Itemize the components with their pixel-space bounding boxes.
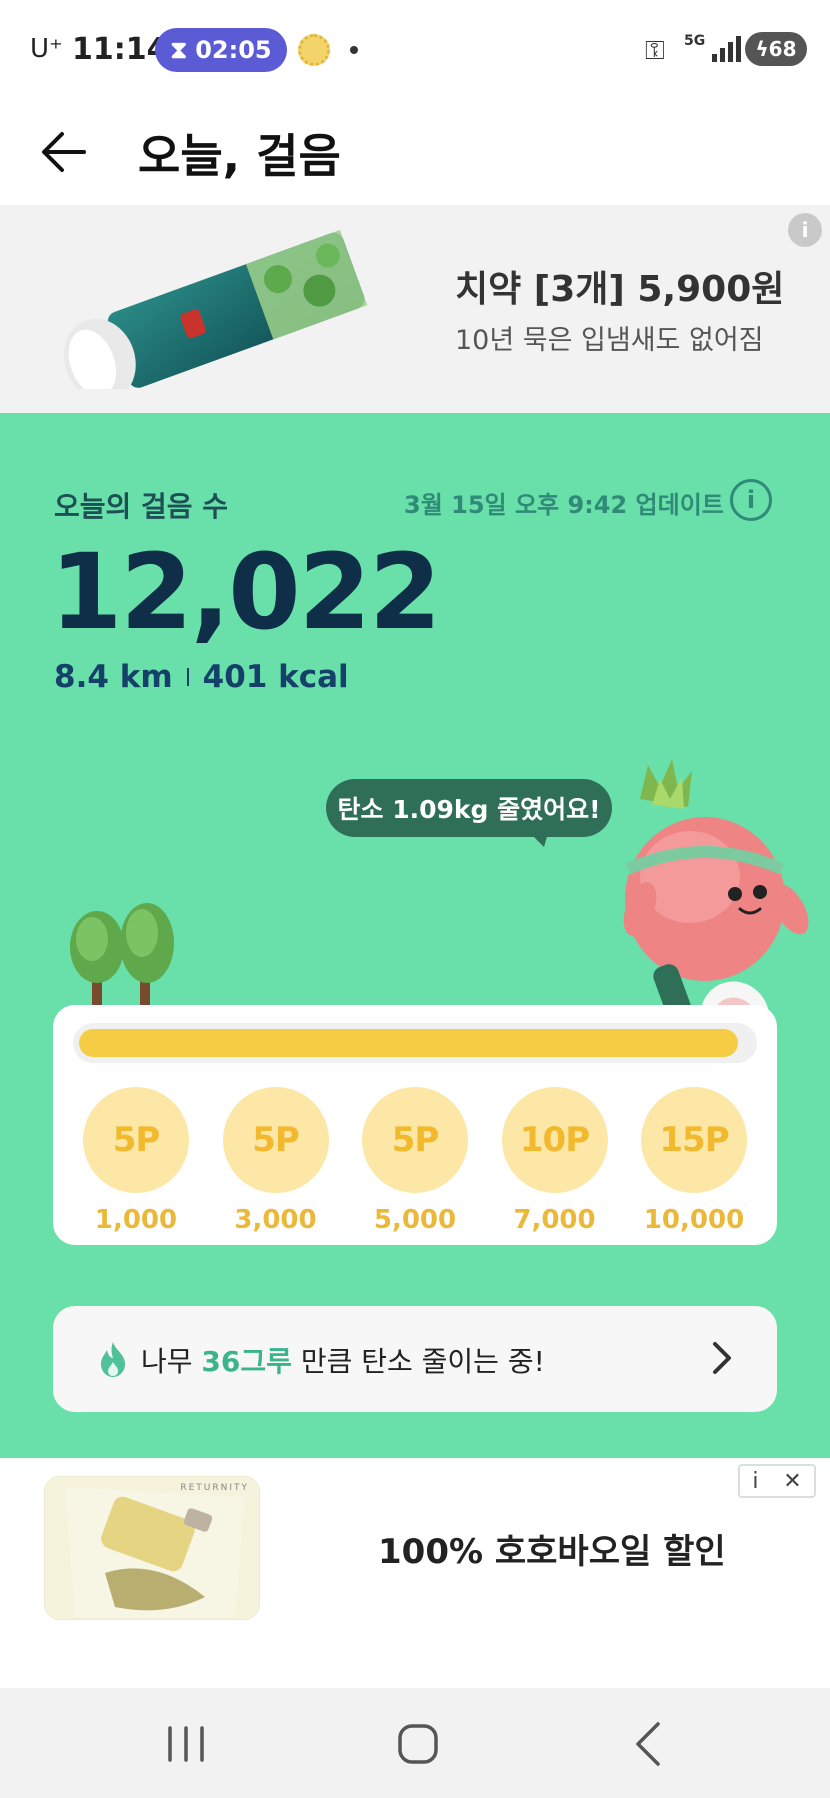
- tree-banner-suffix: 만큼 탄소 줄이는 중!: [291, 1345, 545, 1378]
- milestone-points-badge[interactable]: 10P: [501, 1087, 608, 1193]
- tree-banner-text: 나무 36그루 만큼 탄소 줄이는 중!: [141, 1340, 545, 1380]
- home-icon[interactable]: [388, 1716, 448, 1772]
- milestone-item[interactable]: 5P 3,000: [207, 1087, 345, 1235]
- step-count: 12,022: [50, 531, 441, 653]
- app-header: 오늘, 걸음: [0, 100, 830, 205]
- milestone-list: 5P 1,000 5P 3,000 5P 5,000 10P 7,000 15P 10,000: [67, 1087, 763, 1235]
- back-arrow-icon[interactable]: [36, 122, 96, 182]
- milestone-steps-label: 1,000: [94, 1205, 178, 1235]
- progress-fill: [79, 1029, 738, 1057]
- trees-illustration: [70, 903, 174, 1015]
- milestone-item[interactable]: 5P 1,000: [67, 1087, 205, 1235]
- status-time: 11:14: [72, 32, 168, 67]
- flame-icon: [101, 1342, 125, 1377]
- back-nav-icon[interactable]: [620, 1716, 680, 1772]
- progress-track: [73, 1023, 757, 1063]
- timer-value: 02:05: [195, 36, 272, 64]
- tree-banner-prefix: 나무: [141, 1345, 202, 1378]
- speech-bubble-tail: [530, 833, 548, 847]
- ad-subtitle: 10년 묵은 입냄새도 없어짐: [455, 325, 764, 356]
- milestone-steps-label: 5,000: [373, 1205, 457, 1235]
- system-nav-bar: [0, 1688, 830, 1798]
- metric-divider: [186, 668, 189, 686]
- tree-banner[interactable]: 나무 36그루 만큼 탄소 줄이는 중!: [53, 1306, 777, 1412]
- ad-info-icon[interactable]: i: [788, 213, 822, 247]
- network-type: 5G: [684, 33, 706, 49]
- hourglass-icon: ⧗: [170, 36, 188, 64]
- ad-info-icon[interactable]: i: [752, 1469, 758, 1494]
- signal-icon: [712, 34, 741, 62]
- milestone-points-badge[interactable]: 5P: [222, 1087, 329, 1193]
- weather-sun-icon: [298, 34, 330, 66]
- ad-close-icon[interactable]: ✕: [783, 1469, 801, 1494]
- steps-section: 오늘의 걸음 수 3월 15일 오후 9:42 업데이트 i 12,022 8.…: [0, 413, 830, 1458]
- update-timestamp: 3월 15일 오후 9:42 업데이트: [404, 491, 724, 519]
- battery-level: 68: [768, 37, 797, 61]
- calories-value: 401 kcal: [202, 659, 349, 695]
- milestone-item[interactable]: 15P 10,000: [625, 1087, 763, 1235]
- recent-apps-icon[interactable]: [156, 1716, 216, 1772]
- milestone-steps-label: 3,000: [234, 1205, 317, 1235]
- steps-label: 오늘의 걸음 수: [54, 490, 229, 523]
- bottom-ad-banner[interactable]: RETURNITY i ✕ 100% 호호바오일 할인: [0, 1458, 830, 1688]
- ad-brand-label: RETURNITY: [180, 1483, 249, 1493]
- toothpaste-product-image: [63, 229, 368, 389]
- carbon-speech-bubble: 탄소 1.09kg 줄였어요!: [326, 779, 612, 837]
- bottom-ad-text: 100% 호호바오일 할인: [378, 1532, 726, 1572]
- milestone-points-badge[interactable]: 15P: [641, 1087, 747, 1193]
- steps-metrics: 8.4 km 401 kcal: [54, 659, 349, 695]
- milestone-steps-label: 7,000: [513, 1205, 596, 1235]
- milestone-card: 5P 1,000 5P 3,000 5P 5,000 10P 7,000 15P 10,000: [53, 1005, 777, 1245]
- milestone-points-badge[interactable]: 5P: [83, 1087, 189, 1193]
- vpn-key-icon: ⚿: [645, 36, 665, 66]
- milestone-steps-label: 10,000: [643, 1205, 745, 1235]
- milestone-points-badge[interactable]: 5P: [362, 1087, 468, 1193]
- milestone-item[interactable]: 5P 5,000: [346, 1087, 484, 1235]
- oil-bottle-illustration: [65, 1487, 245, 1617]
- ad-title: 치약 [3개] 5,900원: [455, 269, 785, 310]
- notification-dot-icon: [350, 46, 358, 54]
- carrier-label: U⁺: [30, 34, 63, 64]
- jojoba-oil-product-image: RETURNITY: [44, 1476, 260, 1620]
- timer-pill[interactable]: ⧗ 02:05: [155, 28, 287, 72]
- steps-info-icon[interactable]: i: [730, 479, 772, 521]
- milestone-item[interactable]: 10P 7,000: [486, 1087, 624, 1235]
- charging-bolt-icon: ϟ: [755, 37, 769, 61]
- ad-controls: i ✕: [738, 1464, 816, 1498]
- top-ad-banner[interactable]: i 치약 [3개] 5,900원 10년 묵은 입냄새도 없어짐: [0, 205, 830, 413]
- tree-count: 36그루: [201, 1345, 292, 1378]
- chevron-right-icon[interactable]: [707, 1336, 737, 1380]
- battery-icon: ϟ 68: [745, 32, 807, 66]
- distance-value: 8.4 km: [54, 659, 173, 695]
- status-bar: U⁺ 11:14 ⧗ 02:05 ⚿ 5G ϟ 68: [0, 0, 830, 100]
- page-title: 오늘, 걸음: [138, 129, 341, 183]
